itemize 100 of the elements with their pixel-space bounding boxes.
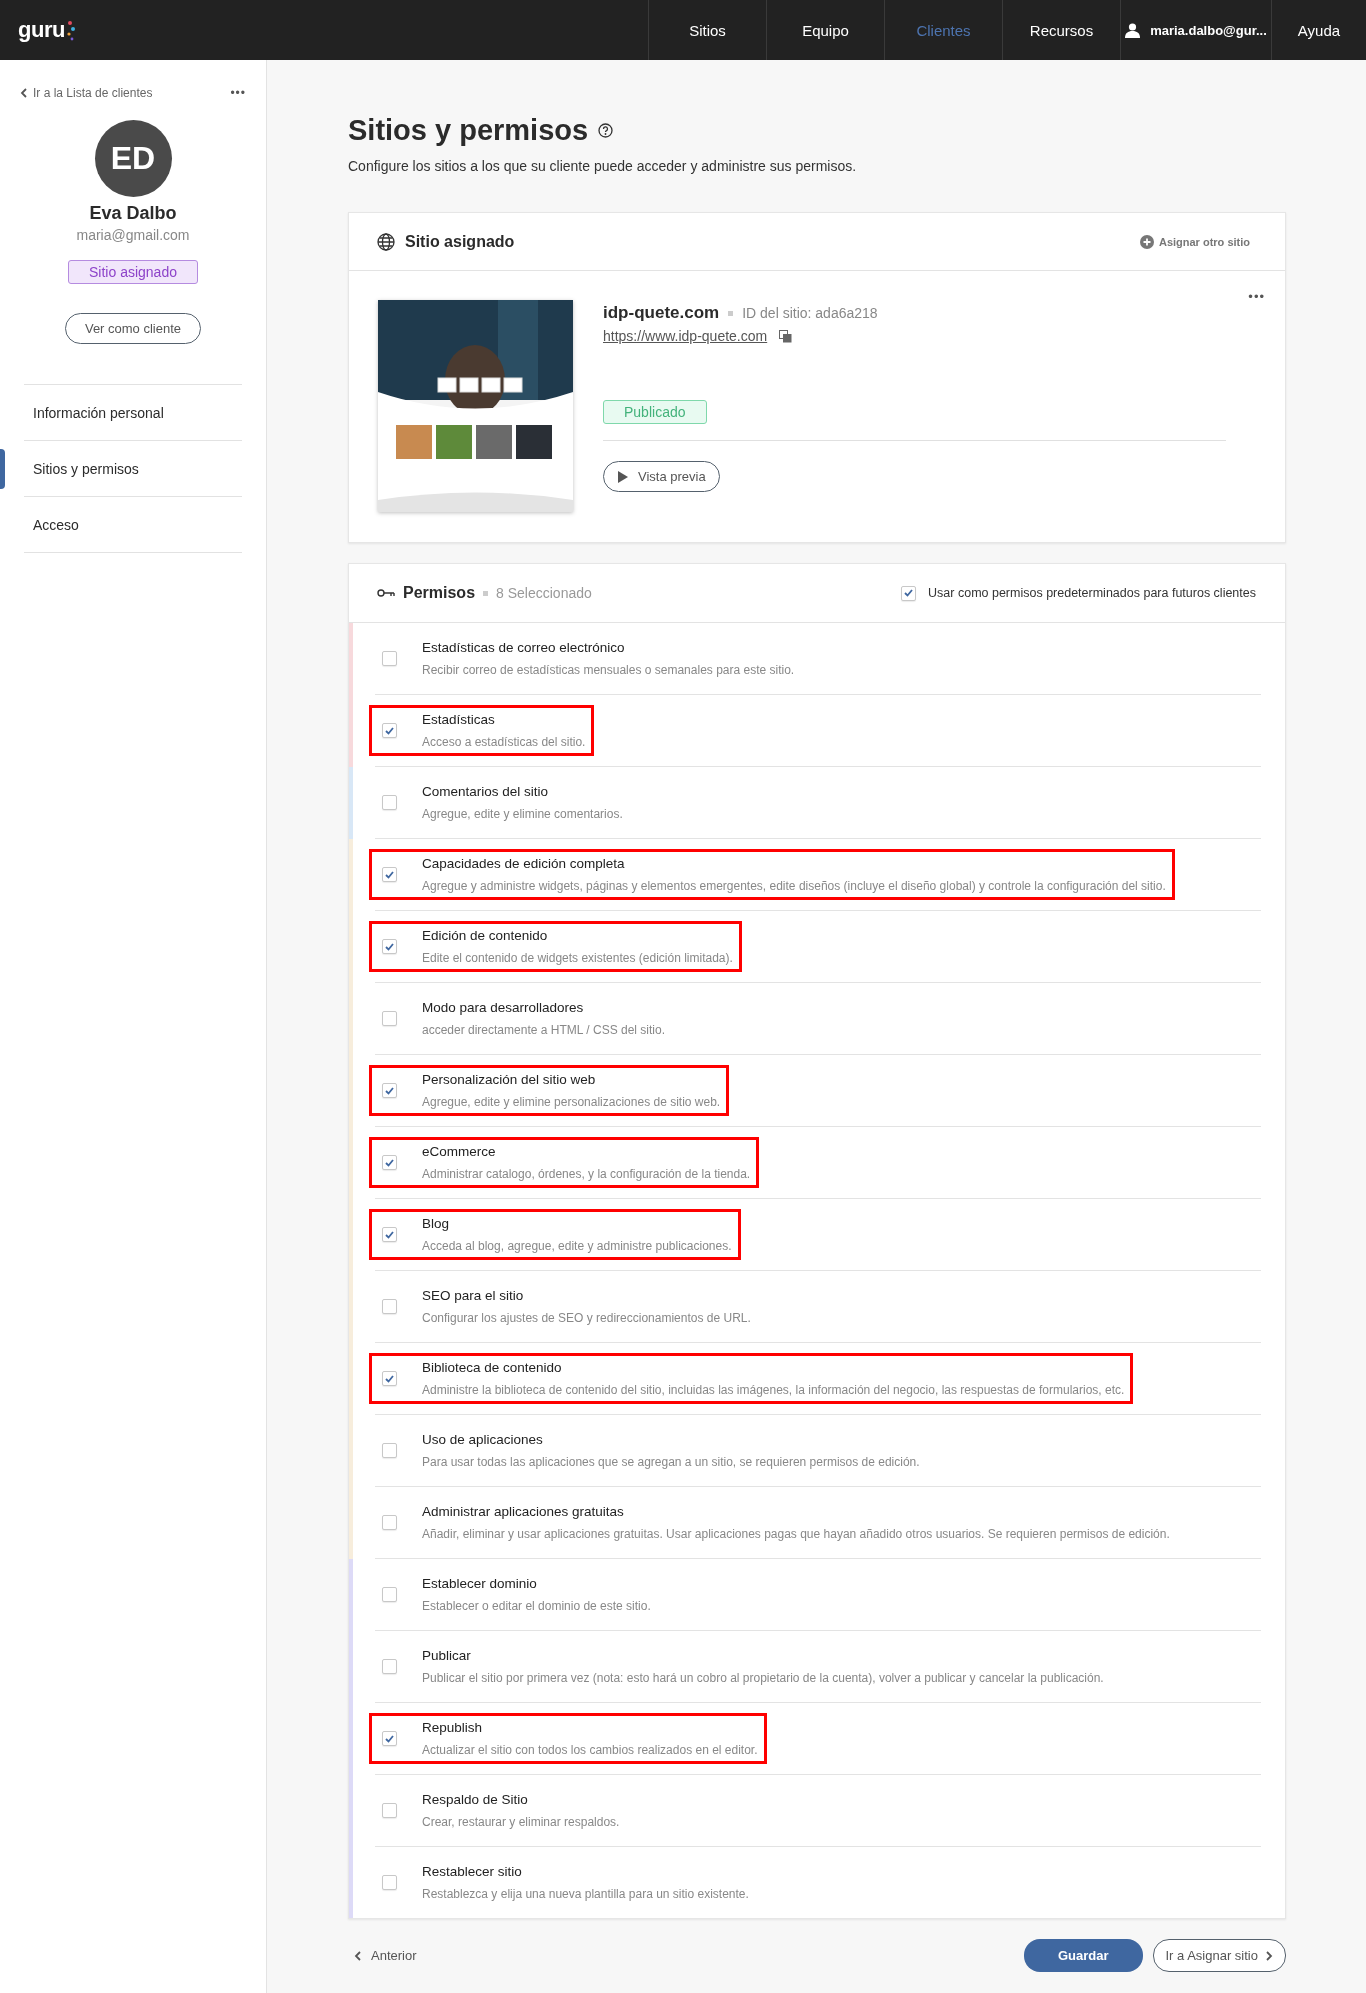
checkbox[interactable] [382,1659,397,1674]
permission-title: Establecer dominio [422,1576,538,1591]
assign-site-link[interactable]: Asignar otro sitio [1133,233,1256,250]
section-title: Permisos [403,584,476,602]
checkmark-icon [385,1734,394,1743]
nav-tab[interactable]: Recursos [1002,0,1120,60]
save-button[interactable]: Guardar [1023,1939,1143,1972]
page-subtitle: Configure los sitios a los que su cliente puede acceder y administre sus permisos. [348,158,858,174]
help-link[interactable]: Ayuda [1297,21,1341,39]
plus-icon [1139,234,1154,249]
section-title: Sitio asignado [405,232,515,251]
permission-title: Capacidades de edición completa [422,856,626,871]
checkbox[interactable] [382,1587,397,1602]
permission-description: Agregue, edite y elimine personalizaciones de sitio web. [422,1095,721,1109]
back-link[interactable]: Ir a la Lista de clientes [20,86,153,100]
chevron-left-icon [20,88,27,98]
checkmark-icon [385,1086,394,1095]
permission-title: Comentarios del sitio [422,784,550,799]
site-id: ID del sitio: ada6a218 [742,305,878,321]
checkbox[interactable] [382,939,397,954]
permission-title: Administrar aplicaciones gratuitas [422,1504,625,1519]
checkmark-icon [904,589,914,597]
nav-tab[interactable]: Equipo [766,0,884,60]
permission-title: Biblioteca de contenido [422,1360,563,1375]
checkbox[interactable] [901,585,917,601]
dots-icon [65,19,76,41]
permission-description: Restablezca y elija una nueva plantilla para un sitio existente. [422,1887,749,1901]
permission-description: Edite el contenido de widgets existentes (edición limitada). [422,951,733,965]
page-title: Sitios y permisos [348,114,589,147]
site-domain: idp-quete.com [603,303,720,323]
checkbox[interactable] [382,1083,397,1098]
chevron-left-icon [354,1950,361,1961]
permission-title: Restablecer sitio [422,1864,523,1879]
permission-title: Personalización del sitio web [422,1072,597,1087]
sidebar-item[interactable]: Acceso [0,497,242,552]
permission-description: Agregue y administre widgets, páginas y elementos emergentes, edite diseños (incluye el diseño global) y controle la configuración del sitio. [422,879,1166,893]
checkmark-icon [385,726,394,735]
permission-description: Acceso a estadísticas del sitio. [422,735,586,749]
permission-description: Crear, restaurar y eliminar respaldos. [422,1815,620,1829]
permission-title: Publicar [422,1648,472,1663]
nav-tab[interactable]: Sitios [648,0,766,60]
key-icon [377,588,395,598]
permission-title: Edición de contenido [422,928,549,943]
checkmark-icon [385,942,394,951]
checkbox[interactable] [382,867,397,882]
permission-title: SEO para el sitio [422,1288,525,1303]
permission-description: Administrar catalogo, órdenes, y la configuración de la tienda. [422,1167,751,1181]
checkbox[interactable] [382,1227,397,1242]
sidebar-item[interactable]: Sitios y permisos [0,441,242,496]
checkbox[interactable] [382,723,397,738]
permission-title: Republish [422,1720,484,1735]
checkbox[interactable] [382,1371,397,1386]
permission-title: Estadísticas [422,712,496,727]
checkmark-icon [385,1230,394,1239]
help-icon[interactable] [598,123,614,138]
permission-description: acceder directamente a HTML / CSS del sitio. [422,1023,665,1037]
copy-icon[interactable] [779,329,793,343]
checkmark-icon [385,1374,394,1383]
permission-description: Añadir, eliminar y usar aplicaciones gratuitas. Usar aplicaciones pagas que hayan añadido otros usuarios. Se requieren permisos de edición. [422,1527,1170,1541]
permission-title: Uso de aplicaciones [422,1432,544,1447]
permission-description: Establecer o editar el dominio de este sitio. [422,1599,651,1613]
checkbox[interactable] [382,795,397,810]
chevron-right-icon [1266,1950,1273,1961]
user-icon [1125,22,1141,38]
previous-link[interactable]: Anterior [348,1947,423,1964]
permission-description: Agregue, edite y elimine comentarios. [422,807,623,821]
checkbox[interactable] [382,1803,397,1818]
permission-description: Acceda al blog, agregue, edite y administre publicaciones. [422,1239,732,1253]
checkbox[interactable] [382,1515,397,1530]
user-menu[interactable]: maria.dalbo@gur... [1150,22,1267,38]
checkbox[interactable] [382,1443,397,1458]
permission-title: Estadísticas de correo electrónico [422,640,626,655]
checkmark-icon [385,1158,394,1167]
checkbox[interactable] [382,1731,397,1746]
next-button[interactable]: Ir a Asignar sitio [1152,1939,1286,1972]
preview-button[interactable]: Vista previa [603,461,720,492]
avatar: ED [94,120,172,197]
checkbox[interactable] [382,1155,397,1170]
more-menu[interactable]: ••• [230,86,246,100]
permission-title: eCommerce [422,1144,497,1159]
permission-title: Modo para desarrolladores [422,1000,585,1015]
view-as-client-button[interactable]: Ver como cliente [64,313,202,344]
permission-title: Blog [422,1216,451,1231]
sidebar-item[interactable]: Información personal [0,385,242,440]
status-badge: Publicado [603,400,707,424]
status-badge: Sitio asignado [68,260,198,284]
more-menu[interactable]: ••• [1248,289,1265,304]
client-email: maria@gmail.com [76,227,190,243]
checkbox[interactable] [382,651,397,666]
checkbox[interactable] [382,1875,397,1890]
checkbox[interactable] [382,1011,397,1026]
site-url-link[interactable]: https://www.idp-quete.com [603,328,768,344]
globe-icon [377,232,395,251]
permission-description: Actualizar el sitio con todos los cambios realizados en el editor. [422,1743,758,1757]
permission-description: Administre la biblioteca de contenido del sitio, incluidas las imágenes, la información del negocio, las respuestas de formularios, etc. [422,1383,1125,1397]
client-name: Eva Dalbo [89,203,177,224]
permission-description: Para usar todas las aplicaciones que se agregan a un sitio, se requieren permisos de edición. [422,1455,920,1469]
permission-description: Publicar el sitio por primera vez (nota: esto hará un cobro al propietario de la cuenta), volver a publicar y cancelar la publicación. [422,1671,1104,1685]
logo[interactable]: guru [18,17,65,43]
checkbox[interactable] [382,1299,397,1314]
